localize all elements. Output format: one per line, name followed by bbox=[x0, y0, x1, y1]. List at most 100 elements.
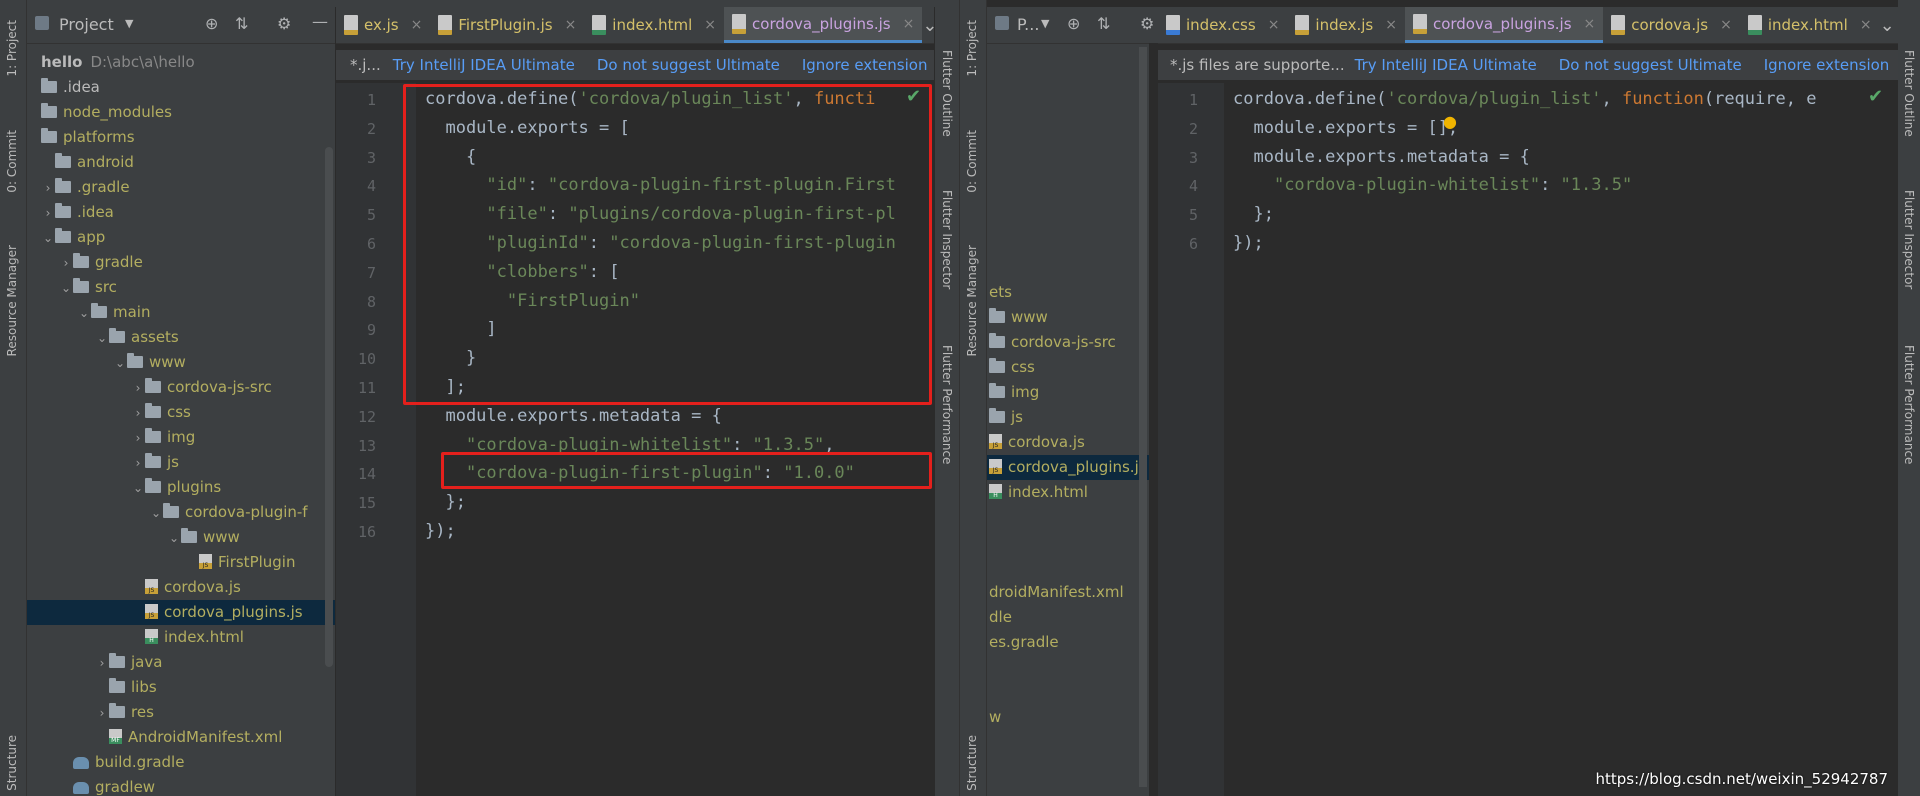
code-line[interactable]: module.exports = []; bbox=[1233, 114, 1458, 143]
tree-row[interactable]: ⌄ cordova-plugin-f bbox=[27, 500, 335, 525]
chevron-down-icon[interactable]: ⌄ bbox=[922, 15, 934, 36]
tool-tab-resource-manager[interactable]: Resource Manager bbox=[5, 245, 19, 356]
tree-row[interactable]: dle bbox=[987, 605, 1149, 630]
tool-tab-project[interactable]: 1: Project bbox=[5, 20, 19, 77]
close-icon[interactable]: × bbox=[1860, 17, 1872, 33]
chevron-right-icon[interactable]: › bbox=[59, 251, 73, 276]
tree-row[interactable]: ⌄ assets bbox=[27, 325, 335, 350]
locate-icon[interactable]: ⊕ bbox=[205, 14, 218, 33]
chevron-right-icon[interactable]: › bbox=[131, 426, 145, 451]
editor-tab[interactable]: FirstPlugin.js × bbox=[430, 7, 584, 43]
right-do-not-suggest-link[interactable]: Do not suggest Ultimate bbox=[1559, 56, 1742, 74]
tool-tab-commit[interactable]: 0: Commit bbox=[5, 130, 19, 193]
tree-row[interactable]: android bbox=[27, 150, 335, 175]
tree-row[interactable]: ⌄ www bbox=[27, 350, 335, 375]
tree-row[interactable]: › cordova-js-src bbox=[27, 375, 335, 400]
tree-row[interactable]: cordova_plugins.js bbox=[27, 600, 335, 625]
chevron-right-icon[interactable]: › bbox=[41, 201, 55, 226]
right-gear-icon[interactable]: ⚙ bbox=[1140, 14, 1154, 33]
tree-row[interactable]: droidManifest.xml bbox=[987, 580, 1149, 605]
chevron-down-icon[interactable]: ⌄ bbox=[131, 476, 145, 501]
tree-row[interactable]: AndroidManifest.xml bbox=[27, 725, 335, 750]
tree-row[interactable]: ⌄ www bbox=[27, 525, 335, 550]
tree-row[interactable]: › img bbox=[27, 425, 335, 450]
tree-row[interactable]: › res bbox=[27, 700, 335, 725]
right-tool-tab-flutter-inspector[interactable]: Flutter Inspector bbox=[1902, 190, 1916, 289]
right-tool-tab-structure[interactable]: Structure bbox=[965, 735, 979, 791]
right-try-ultimate-link[interactable]: Try IntelliJ IDEA Ultimate bbox=[1355, 56, 1537, 74]
tree-row[interactable]: css bbox=[987, 355, 1149, 380]
chevron-right-icon[interactable]: › bbox=[95, 701, 109, 726]
hide-icon[interactable]: — bbox=[312, 12, 328, 31]
tree-row[interactable]: › css bbox=[27, 400, 335, 425]
right-tool-tab-flutter-performance[interactable]: Flutter Performance bbox=[1902, 345, 1916, 464]
chevron-down-icon[interactable]: ⌄ bbox=[113, 351, 127, 376]
tree-row[interactable]: www bbox=[987, 305, 1149, 330]
chevron-down-icon[interactable]: ⌄ bbox=[1880, 15, 1895, 36]
code-line[interactable]: module.exports.metadata = { bbox=[1233, 143, 1529, 172]
tool-tab-structure[interactable]: Structure bbox=[5, 735, 19, 791]
code-line[interactable]: "cordova-plugin-whitelist": "1.3.5" bbox=[1233, 171, 1632, 200]
tree-row[interactable]: index.html bbox=[987, 480, 1149, 505]
lightbulb-icon[interactable]: ● bbox=[1443, 112, 1457, 131]
tree-row[interactable]: .idea bbox=[27, 75, 335, 100]
right-code-area[interactable]: 1 cordova.define('cordova/plugin_list', f… bbox=[1158, 83, 1898, 796]
right-tree-scrollbar[interactable] bbox=[1139, 47, 1147, 787]
tree-row[interactable]: ⌄ plugins bbox=[27, 475, 335, 500]
editor-tab[interactable]: cordova_plugins.js × bbox=[1404, 7, 1604, 43]
tool-tab-flutter-outline[interactable]: Flutter Outline bbox=[940, 50, 954, 137]
do-not-suggest-link[interactable]: Do not suggest Ultimate bbox=[597, 56, 780, 74]
code-line[interactable]: }; bbox=[1233, 200, 1273, 229]
right-tool-tab-project[interactable]: 1: Project bbox=[965, 20, 979, 77]
tree-row[interactable] bbox=[987, 680, 1149, 705]
right-project-dropdown-icon[interactable]: ▼ bbox=[1041, 17, 1049, 30]
tree-row[interactable]: gradlew bbox=[27, 775, 335, 796]
code-line[interactable]: module.exports.metadata = { bbox=[425, 402, 721, 431]
right-tool-tab-resource-manager[interactable]: Resource Manager bbox=[965, 245, 979, 356]
close-icon[interactable]: × bbox=[1268, 17, 1280, 33]
chevron-right-icon[interactable]: › bbox=[131, 401, 145, 426]
tree-row[interactable]: libs bbox=[27, 675, 335, 700]
editor-tab[interactable]: index.css × bbox=[1158, 7, 1287, 43]
project-dropdown-icon[interactable]: ▼ bbox=[125, 17, 133, 30]
collapse-icon[interactable]: ⇅ bbox=[235, 14, 248, 33]
chevron-right-icon[interactable]: › bbox=[131, 451, 145, 476]
tree-row[interactable]: es.gradle bbox=[987, 630, 1149, 655]
tree-row[interactable]: js bbox=[987, 405, 1149, 430]
tool-tab-flutter-performance[interactable]: Flutter Performance bbox=[940, 345, 954, 464]
tree-row[interactable]: img bbox=[987, 380, 1149, 405]
tree-row[interactable]: w bbox=[987, 705, 1149, 730]
close-icon[interactable]: × bbox=[903, 16, 915, 32]
project-title[interactable]: Project bbox=[59, 15, 114, 34]
close-icon[interactable]: × bbox=[704, 17, 716, 33]
tool-tab-flutter-inspector[interactable]: Flutter Inspector bbox=[940, 190, 954, 289]
chevron-down-icon[interactable]: ⌄ bbox=[95, 326, 109, 351]
tree-scrollbar[interactable] bbox=[325, 147, 333, 667]
chevron-right-icon[interactable]: › bbox=[41, 176, 55, 201]
try-ultimate-link[interactable]: Try IntelliJ IDEA Ultimate bbox=[393, 56, 575, 74]
tree-row[interactable]: ⌄ main bbox=[27, 300, 335, 325]
tree-row[interactable] bbox=[987, 505, 1149, 530]
tree-row[interactable]: ets bbox=[987, 280, 1149, 305]
right-tool-tab-commit[interactable]: 0: Commit bbox=[965, 130, 979, 193]
chevron-right-icon[interactable]: › bbox=[131, 376, 145, 401]
tree-row[interactable]: › gradle bbox=[27, 250, 335, 275]
tree-row[interactable]: node_modules bbox=[27, 100, 335, 125]
code-line[interactable]: }); bbox=[1233, 229, 1264, 258]
code-line[interactable]: }); bbox=[425, 517, 456, 546]
ignore-extension-link[interactable]: Ignore extension bbox=[802, 56, 928, 74]
editor-tab[interactable]: ex.js × bbox=[336, 7, 430, 43]
close-icon[interactable]: × bbox=[1584, 16, 1596, 32]
tree-row[interactable]: platforms bbox=[27, 125, 335, 150]
tree-row[interactable]: cordova.js bbox=[27, 575, 335, 600]
tree-row[interactable]: › java bbox=[27, 650, 335, 675]
tree-row[interactable]: › js bbox=[27, 450, 335, 475]
editor-tab[interactable]: index.js × bbox=[1287, 7, 1405, 43]
chevron-right-icon[interactable]: › bbox=[95, 651, 109, 676]
tree-row[interactable]: cordova-js-src bbox=[987, 330, 1149, 355]
code-line[interactable]: }; bbox=[425, 488, 465, 517]
tree-row[interactable] bbox=[987, 655, 1149, 680]
tree-row[interactable]: ⌄ src bbox=[27, 275, 335, 300]
tree-row[interactable]: build.gradle bbox=[27, 750, 335, 775]
tree-row[interactable] bbox=[987, 555, 1149, 580]
